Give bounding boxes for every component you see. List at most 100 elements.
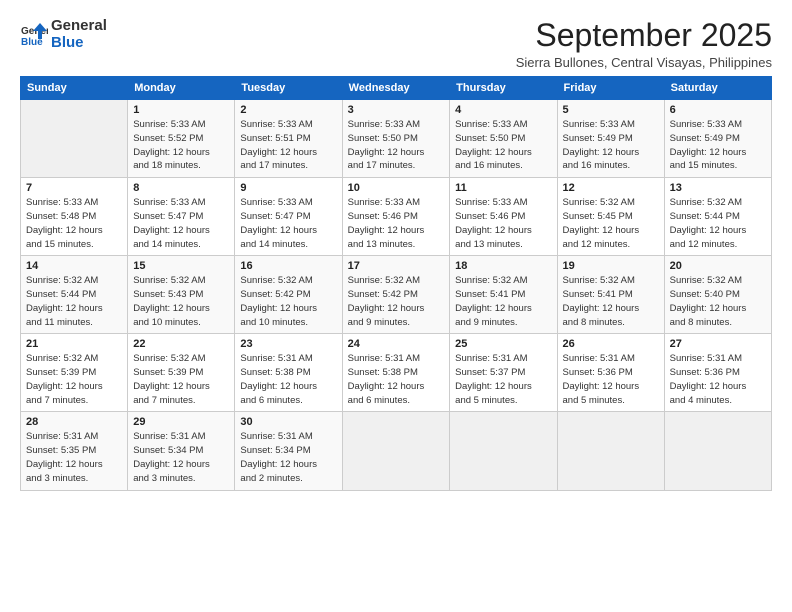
- day-info: Sunrise: 5:33 AMSunset: 5:48 PMDaylight:…: [26, 196, 122, 251]
- day-info: Sunrise: 5:33 AMSunset: 5:49 PMDaylight:…: [670, 118, 766, 173]
- day-number: 2: [240, 104, 336, 116]
- calendar-cell: 29 Sunrise: 5:31 AMSunset: 5:34 PMDayligh…: [128, 412, 235, 490]
- day-number: 10: [348, 182, 445, 194]
- day-number: 27: [670, 338, 766, 350]
- day-info: Sunrise: 5:32 AMSunset: 5:40 PMDaylight:…: [670, 274, 766, 329]
- day-number: 25: [455, 338, 551, 350]
- calendar-cell: 28 Sunrise: 5:31 AMSunset: 5:35 PMDayligh…: [21, 412, 128, 490]
- logo: General Blue General Blue: [20, 18, 107, 51]
- day-header-thursday: Thursday: [450, 77, 557, 100]
- calendar-cell: 26Sunrise: 5:31 AMSunset: 5:36 PMDayligh…: [557, 334, 664, 412]
- day-info: Sunrise: 5:32 AMSunset: 5:39 PMDaylight:…: [26, 352, 122, 407]
- day-header-monday: Monday: [128, 77, 235, 100]
- day-number: 28: [26, 416, 122, 428]
- calendar-cell: 24 Sunrise: 5:31 AMSunset: 5:38 PMDayligh…: [342, 334, 450, 412]
- day-info: Sunrise: 5:33 AMSunset: 5:49 PMDaylight:…: [563, 118, 659, 173]
- day-info: Sunrise: 5:32 AMSunset: 5:41 PMDaylight:…: [455, 274, 551, 329]
- day-info: Sunrise: 5:33 AMSunset: 5:52 PMDaylight:…: [133, 118, 229, 173]
- day-number: 30: [240, 416, 336, 428]
- calendar-header-row: SundayMondayTuesdayWednesdayThursdayFrid…: [21, 77, 772, 100]
- day-number: 9: [240, 182, 336, 194]
- day-info: Sunrise: 5:33 AMSunset: 5:46 PMDaylight:…: [348, 196, 445, 251]
- day-number: 7: [26, 182, 122, 194]
- day-header-sunday: Sunday: [21, 77, 128, 100]
- day-info: Sunrise: 5:31 AMSunset: 5:37 PMDaylight:…: [455, 352, 551, 407]
- day-number: 1: [133, 104, 229, 116]
- calendar-cell: 27 Sunrise: 5:31 AMSunset: 5:36 PMDayligh…: [664, 334, 771, 412]
- calendar-cell: 25 Sunrise: 5:31 AMSunset: 5:37 PMDayligh…: [450, 334, 557, 412]
- day-info: Sunrise: 5:32 AMSunset: 5:42 PMDaylight:…: [240, 274, 336, 329]
- day-number: 14: [26, 260, 122, 272]
- day-number: 22: [133, 338, 229, 350]
- calendar-week-row: 21 Sunrise: 5:32 AMSunset: 5:39 PMDayligh…: [21, 334, 772, 412]
- page: General Blue General Blue September 2025…: [0, 0, 792, 501]
- day-info: Sunrise: 5:31 AMSunset: 5:34 PMDaylight:…: [133, 430, 229, 485]
- day-info: Sunrise: 5:32 AMSunset: 5:44 PMDaylight:…: [670, 196, 766, 251]
- day-number: 16: [240, 260, 336, 272]
- calendar-cell: 1 Sunrise: 5:33 AMSunset: 5:52 PMDaylight…: [128, 100, 235, 178]
- day-header-friday: Friday: [557, 77, 664, 100]
- title-block: September 2025 Sierra Bullones, Central …: [516, 18, 772, 70]
- day-info: Sunrise: 5:31 AMSunset: 5:36 PMDaylight:…: [670, 352, 766, 407]
- calendar-week-row: 28 Sunrise: 5:31 AMSunset: 5:35 PMDayligh…: [21, 412, 772, 490]
- calendar-cell: 21 Sunrise: 5:32 AMSunset: 5:39 PMDayligh…: [21, 334, 128, 412]
- calendar-cell: 12Sunrise: 5:32 AMSunset: 5:45 PMDayligh…: [557, 178, 664, 256]
- calendar-cell: [450, 412, 557, 490]
- calendar-cell: 7 Sunrise: 5:33 AMSunset: 5:48 PMDaylight…: [21, 178, 128, 256]
- day-info: Sunrise: 5:31 AMSunset: 5:35 PMDaylight:…: [26, 430, 122, 485]
- day-number: 21: [26, 338, 122, 350]
- day-number: 20: [670, 260, 766, 272]
- calendar-week-row: 1 Sunrise: 5:33 AMSunset: 5:52 PMDaylight…: [21, 100, 772, 178]
- day-info: Sunrise: 5:32 AMSunset: 5:41 PMDaylight:…: [563, 274, 659, 329]
- calendar-cell: 9 Sunrise: 5:33 AMSunset: 5:47 PMDaylight…: [235, 178, 342, 256]
- day-info: Sunrise: 5:32 AMSunset: 5:45 PMDaylight:…: [563, 196, 659, 251]
- day-number: 17: [348, 260, 445, 272]
- day-info: Sunrise: 5:33 AMSunset: 5:51 PMDaylight:…: [240, 118, 336, 173]
- calendar-cell: [557, 412, 664, 490]
- day-info: Sunrise: 5:31 AMSunset: 5:38 PMDaylight:…: [348, 352, 445, 407]
- calendar-cell: [21, 100, 128, 178]
- calendar-cell: 10 Sunrise: 5:33 AMSunset: 5:46 PMDayligh…: [342, 178, 450, 256]
- calendar-cell: 18 Sunrise: 5:32 AMSunset: 5:41 PMDayligh…: [450, 256, 557, 334]
- calendar-cell: 8Sunrise: 5:33 AMSunset: 5:47 PMDaylight…: [128, 178, 235, 256]
- day-info: Sunrise: 5:33 AMSunset: 5:47 PMDaylight:…: [133, 196, 229, 251]
- calendar-cell: 16 Sunrise: 5:32 AMSunset: 5:42 PMDayligh…: [235, 256, 342, 334]
- calendar-cell: 22Sunrise: 5:32 AMSunset: 5:39 PMDayligh…: [128, 334, 235, 412]
- calendar-cell: 5Sunrise: 5:33 AMSunset: 5:49 PMDaylight…: [557, 100, 664, 178]
- calendar-cell: 14 Sunrise: 5:32 AMSunset: 5:44 PMDayligh…: [21, 256, 128, 334]
- logo-text: General Blue: [51, 18, 107, 51]
- calendar-cell: 20 Sunrise: 5:32 AMSunset: 5:40 PMDayligh…: [664, 256, 771, 334]
- day-number: 18: [455, 260, 551, 272]
- calendar-cell: 30Sunrise: 5:31 AMSunset: 5:34 PMDayligh…: [235, 412, 342, 490]
- month-title: September 2025: [516, 18, 772, 53]
- logo-icon: General Blue: [20, 21, 48, 49]
- day-number: 19: [563, 260, 659, 272]
- day-number: 15: [133, 260, 229, 272]
- day-info: Sunrise: 5:31 AMSunset: 5:36 PMDaylight:…: [563, 352, 659, 407]
- calendar-cell: 15 Sunrise: 5:32 AMSunset: 5:43 PMDayligh…: [128, 256, 235, 334]
- day-info: Sunrise: 5:33 AMSunset: 5:50 PMDaylight:…: [455, 118, 551, 173]
- day-number: 6: [670, 104, 766, 116]
- day-number: 3: [348, 104, 445, 116]
- day-number: 4: [455, 104, 551, 116]
- calendar-cell: 11Sunrise: 5:33 AMSunset: 5:46 PMDayligh…: [450, 178, 557, 256]
- calendar-cell: 3 Sunrise: 5:33 AMSunset: 5:50 PMDaylight…: [342, 100, 450, 178]
- calendar-cell: 6 Sunrise: 5:33 AMSunset: 5:49 PMDaylight…: [664, 100, 771, 178]
- day-info: Sunrise: 5:33 AMSunset: 5:47 PMDaylight:…: [240, 196, 336, 251]
- calendar-week-row: 14 Sunrise: 5:32 AMSunset: 5:44 PMDayligh…: [21, 256, 772, 334]
- day-header-tuesday: Tuesday: [235, 77, 342, 100]
- day-info: Sunrise: 5:31 AMSunset: 5:38 PMDaylight:…: [240, 352, 336, 407]
- day-info: Sunrise: 5:32 AMSunset: 5:44 PMDaylight:…: [26, 274, 122, 329]
- day-header-saturday: Saturday: [664, 77, 771, 100]
- day-number: 24: [348, 338, 445, 350]
- day-number: 13: [670, 182, 766, 194]
- day-number: 23: [240, 338, 336, 350]
- day-info: Sunrise: 5:32 AMSunset: 5:43 PMDaylight:…: [133, 274, 229, 329]
- calendar-cell: 4 Sunrise: 5:33 AMSunset: 5:50 PMDaylight…: [450, 100, 557, 178]
- day-number: 29: [133, 416, 229, 428]
- day-info: Sunrise: 5:33 AMSunset: 5:46 PMDaylight:…: [455, 196, 551, 251]
- calendar-week-row: 7 Sunrise: 5:33 AMSunset: 5:48 PMDaylight…: [21, 178, 772, 256]
- calendar-cell: [664, 412, 771, 490]
- calendar-cell: 23 Sunrise: 5:31 AMSunset: 5:38 PMDayligh…: [235, 334, 342, 412]
- day-info: Sunrise: 5:33 AMSunset: 5:50 PMDaylight:…: [348, 118, 445, 173]
